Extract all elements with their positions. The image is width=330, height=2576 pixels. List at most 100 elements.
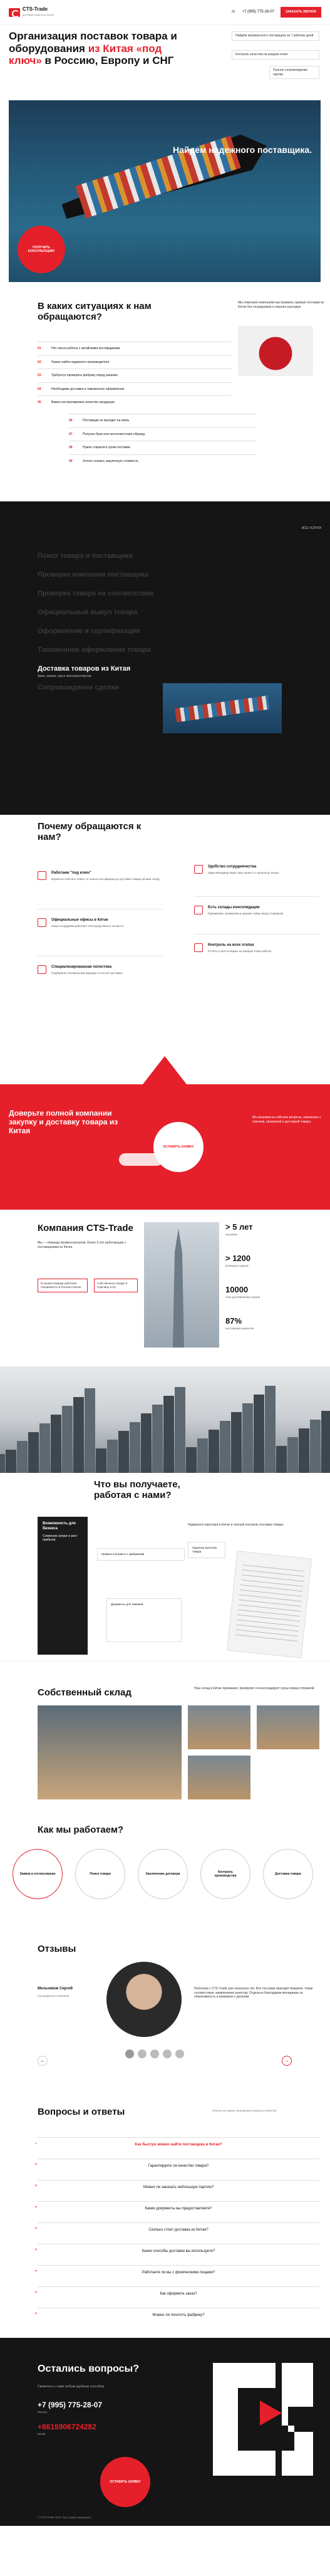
service-item[interactable]: Оформление и сертификация [38,627,140,636]
situation-text: Получен брак или несоответствие образцу [83,432,145,436]
faq-item[interactable]: + Можно ли посетить фабрику? [35,2308,319,2318]
consult-button[interactable]: ПОЛУЧИТЬ КОНСУЛЬТАЦИЮ [18,226,65,273]
faq-item[interactable]: + Гарантируете ли качество товара? [35,2159,319,2169]
faq-question[interactable]: Какие документы вы предоставляете? [145,2207,212,2211]
faq-question[interactable]: Можно ли заказать небольшую партию? [143,2186,214,2189]
footer-phone-label: Россия [38,2411,47,2414]
faq-question[interactable]: Сколько стоит доставка из Китая? [148,2228,208,2232]
service-item[interactable]: Поиск товара и поставщика [38,552,133,560]
plus-icon[interactable]: + [35,2270,38,2275]
feature-icon [38,918,46,927]
plus-icon[interactable]: + [35,2312,38,2317]
situation-row: 05 Важно контролировать качество продукци… [38,395,232,409]
footer-request-button[interactable]: ОСТАВИТЬ ЗАЯВКУ [100,2457,150,2507]
next-review-button[interactable]: → [282,2056,292,2066]
faq-item[interactable]: + Какие способы доставки вы используете? [35,2244,319,2254]
faq-question[interactable]: Как быстро можно найти поставщика в Кита… [135,2143,222,2147]
feature-icon [38,871,46,880]
feature-text: Подбираем оптимальный маршрут и способ д… [51,971,123,975]
request-button[interactable]: ОСТАВИТЬ ЗАЯВКУ [153,1122,204,1172]
plus-icon[interactable]: + [35,2227,38,2232]
hero-caption: Найдем надежного поставщика. [173,145,312,155]
situation-number: 03 [38,374,41,377]
building [39,1423,50,1473]
faq-question[interactable]: Гарантируете ли качество товара? [148,2164,209,2168]
prev-review-button[interactable]: ← [38,2056,48,2066]
service-item[interactable]: Проверка товара на соответствие [38,589,154,598]
feature-item: Контроль на всех этапах Отчеты с фото и в… [194,943,319,953]
plus-icon[interactable]: + [35,2291,38,2296]
building [141,1413,152,1473]
feature-title: Официальные офисы в Китае [51,918,108,922]
feature-text: Один менеджер ведет ваш проект от начала… [208,871,280,874]
faq-item[interactable]: + Работаете ли вы с физическими лицами? [35,2265,319,2276]
situation-text: Хотите снизить закупочную стоимость [83,459,138,463]
copyright: © CTS-Trade 2024. Все права защищены. [38,2516,92,2520]
faq-item[interactable]: – Как быстро можно найти поставщика в Кит… [35,2137,319,2148]
building [299,1428,309,1473]
building [17,1441,28,1473]
feature-title: Контроль на всех этапах [208,943,254,947]
feature-title: Есть склады консолидации [208,906,260,909]
service-item[interactable]: Доставка товаров из Китая [38,664,130,673]
feature-item: Специализированная логистика Подбираем оп… [38,965,163,975]
situation-row: 09 Хотите снизить закупочную стоимость [69,454,257,468]
faq-question[interactable]: Как оформить заказ? [160,2292,197,2296]
building [321,1411,330,1473]
faq-item[interactable]: + Можно ли заказать небольшую партию? [35,2180,319,2191]
reviewer-thumb[interactable] [163,2050,172,2058]
faq-question[interactable]: Какие способы доставки вы используете? [142,2249,215,2253]
service-item[interactable]: Проверка компании поставщика [38,570,148,579]
reviewer-thumb[interactable] [138,2050,147,2058]
faq-item[interactable]: + Сколько стоит доставка из Китая? [35,2223,319,2233]
reviewer-thumb[interactable] [150,2050,159,2058]
plus-icon[interactable]: + [35,2206,38,2211]
building [62,1406,73,1473]
minus-icon[interactable]: – [35,2142,37,2147]
faq-question[interactable]: Работаете ли вы с физическими лицами? [142,2271,215,2275]
service-item[interactable]: Официальный выкуп товара [38,608,137,617]
faq-question[interactable]: Можно ли посетить фабрику? [153,2313,205,2317]
section-title: Отзывы [38,1944,76,1954]
faq-item[interactable]: + Какие документы вы предоставляете? [35,2201,319,2212]
stat-label: постоянных клиентов [225,1326,254,1330]
company-stat: 10000 тонн доставленных грузов [225,1285,260,1299]
plus-icon[interactable]: + [35,2248,38,2253]
warehouse-section: Собственный склад Наш склад в Китае прин… [0,1661,330,1811]
warehouse-image [188,1705,250,1749]
divider [194,896,319,897]
building [6,1450,16,1473]
all-services-link[interactable]: ВСЕ УСЛУГИ [302,526,321,531]
stat-label: на рынке [225,1232,237,1236]
service-item[interactable]: Таможенное оформление товара [38,646,151,654]
situation-number: 02 [38,360,41,364]
company-lead: Мы — команда профессионалов, более 5 лет… [38,1241,126,1249]
building [231,1412,242,1473]
logo-subtitle: доставка товаров из Китая [23,13,54,16]
building [220,1421,230,1473]
plus-icon[interactable]: + [35,2184,38,2189]
feature-text: Отчеты с фото и видео на каждом этапе ра… [208,949,272,953]
logo[interactable]: CTS-Trade доставка товаров из Китая [9,6,54,18]
header-phone[interactable]: +7 (995) 775-28-07 [242,10,274,15]
section-title: В каких ситуациях к нам обращаются? [38,301,152,323]
callback-button[interactable]: ЗАКАЗАТЬ ЗВОНОК [281,7,321,18]
benefit-card: Прямые контракты с фабриками [97,1548,185,1561]
warehouse-image [38,1705,182,1799]
hero-note: Контроль качества на каждом этапе [232,50,319,60]
service-item[interactable]: Сопровождение сделки [38,683,119,692]
faq-item[interactable]: + Как оформить заказ? [35,2286,319,2297]
plus-icon[interactable]: + [35,2163,38,2168]
reviewer-thumb[interactable] [125,2050,134,2058]
situation-number: 01 [38,347,41,350]
situation-row: 01 Нет опыта работы с китайскими поставщи… [38,342,232,355]
footer-phone[interactable]: +7 (995) 775-28-07 [38,2401,102,2411]
cta-banner: Доверьте полной компании закупку и доста… [0,1084,330,1210]
situations-section: В каких ситуациях к нам обращаются? Мы п… [0,288,330,501]
building [242,1403,253,1473]
footer-phone[interactable]: +8615906724282 [38,2422,96,2432]
reviewer-thumb[interactable] [175,2050,184,2058]
building [118,1431,129,1473]
section-title: Что вы получаете, работая с нами? [94,1479,180,1501]
situations-side-text: Мы помогаем компаниям выстраивать прямые… [238,301,324,309]
